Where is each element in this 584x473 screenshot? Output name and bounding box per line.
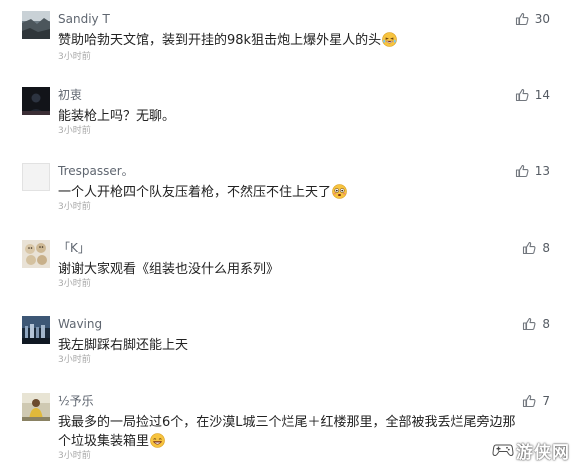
- comment-text-content: 赞助哈勃天文馆，装到开挂的98k狙击炮上爆外星人的头: [58, 33, 382, 48]
- like-count: 8: [542, 317, 550, 331]
- avatar[interactable]: [22, 316, 50, 344]
- comment-item: Trespasser。 13 一个人开枪四个队友压着枪，不然压不住上天了 3小时…: [0, 163, 584, 223]
- comment-text-content: 我最多的一局捡过6个，在沙漠L城三个烂尾＋红楼那里，全部被我丢烂尾旁边那个垃圾集…: [58, 415, 516, 449]
- flushed-emoji-icon: [332, 184, 347, 199]
- like-count: 8: [542, 241, 550, 255]
- like-count: 7: [542, 394, 550, 408]
- username[interactable]: Waving: [58, 316, 102, 332]
- like-button[interactable]: 14: [515, 87, 550, 103]
- thumbs-up-icon[interactable]: [515, 12, 529, 26]
- like-count: 13: [534, 164, 550, 178]
- like-count: 14: [534, 88, 550, 102]
- watermark-text: 游侠网: [516, 443, 570, 463]
- comment-item: Sandiy T 30 赞助哈勃天文馆，装到开挂的98k狙击炮上爆外星人的头 3…: [0, 11, 584, 71]
- comment-feed: Sandiy T 30 赞助哈勃天文馆，装到开挂的98k狙击炮上爆外星人的头 3…: [0, 0, 584, 473]
- avatar[interactable]: [22, 240, 50, 268]
- thumbs-up-icon[interactable]: [515, 88, 529, 102]
- comment-text: 我最多的一局捡过6个，在沙漠L城三个烂尾＋红楼那里，全部被我丢烂尾旁边那个垃圾集…: [58, 413, 524, 451]
- like-button[interactable]: 8: [522, 240, 550, 256]
- comment-text: 赞助哈勃天文馆，装到开挂的98k狙击炮上爆外星人的头: [58, 31, 528, 50]
- comment-text-content: 一个人开枪四个队友压着枪，不然压不住上天了: [58, 185, 332, 200]
- thumbs-up-icon[interactable]: [515, 164, 529, 178]
- comment-item: 「K」 8 谢谢大家观看《组装也没什么用系列》 3小时前: [0, 240, 584, 300]
- like-count: 30: [534, 12, 550, 26]
- comment-text: 谢谢大家观看《组装也没什么用系列》: [58, 260, 528, 279]
- comment-text-content: 能装枪上吗？无聊。: [58, 109, 176, 124]
- timestamp: 3小时前: [58, 126, 91, 136]
- timestamp: 3小时前: [58, 202, 91, 212]
- username[interactable]: ½予乐: [58, 393, 94, 409]
- comment-text: 能装枪上吗？无聊。: [58, 107, 528, 126]
- avatar[interactable]: [22, 393, 50, 421]
- thumbs-up-icon[interactable]: [522, 317, 536, 331]
- watermark: 游侠网: [492, 438, 570, 463]
- timestamp: 3小时前: [58, 451, 91, 461]
- avatar[interactable]: [22, 87, 50, 115]
- username[interactable]: Sandiy T: [58, 11, 110, 27]
- grinning-emoji-icon: [150, 433, 165, 448]
- comment-item: Waving 8 我左脚踩右脚还能上天 3小时前: [0, 316, 584, 376]
- comment-text: 我左脚踩右脚还能上天: [58, 336, 528, 355]
- username[interactable]: Trespasser。: [58, 163, 134, 179]
- comment-text-content: 谢谢大家观看《组装也没什么用系列》: [58, 262, 280, 277]
- laughing-emoji-icon: [382, 32, 397, 47]
- comment-text: 一个人开枪四个队友压着枪，不然压不住上天了: [58, 183, 528, 202]
- like-button[interactable]: 7: [522, 393, 550, 409]
- comment-text-content: 我左脚踩右脚还能上天: [58, 338, 189, 353]
- like-button[interactable]: 30: [515, 11, 550, 27]
- like-button[interactable]: 8: [522, 316, 550, 332]
- timestamp: 3小时前: [58, 52, 91, 62]
- thumbs-up-icon[interactable]: [522, 241, 536, 255]
- game-controller-logo-icon: [492, 439, 514, 463]
- thumbs-up-icon[interactable]: [522, 394, 536, 408]
- username[interactable]: 「K」: [58, 240, 90, 256]
- timestamp: 3小时前: [58, 279, 91, 289]
- like-button[interactable]: 13: [515, 163, 550, 179]
- avatar[interactable]: [22, 11, 50, 39]
- timestamp: 3小时前: [58, 355, 91, 365]
- username[interactable]: 初衷: [58, 87, 82, 103]
- comment-item: 初衷 14 能装枪上吗？无聊。 3小时前: [0, 87, 584, 147]
- avatar[interactable]: [22, 163, 50, 191]
